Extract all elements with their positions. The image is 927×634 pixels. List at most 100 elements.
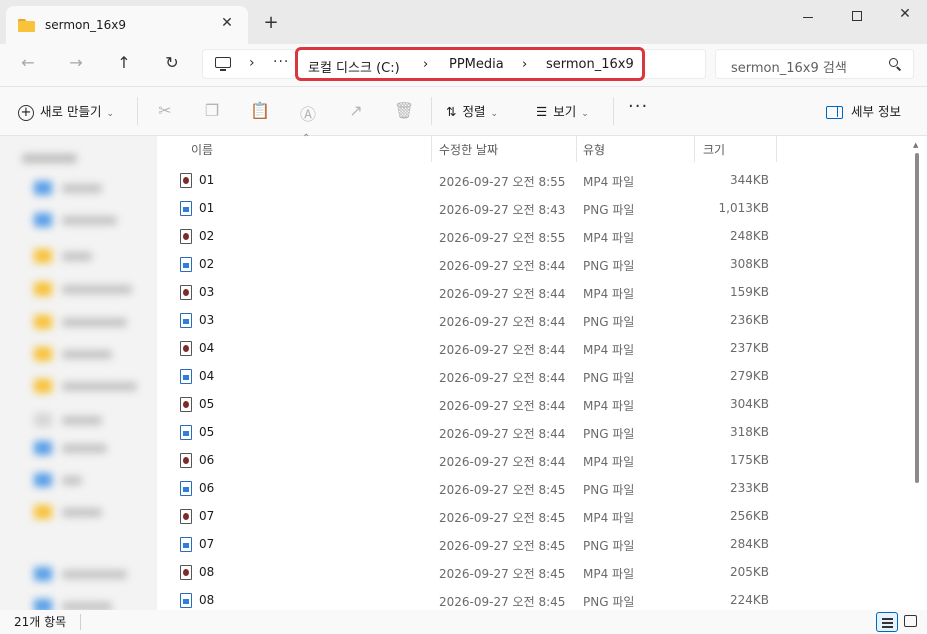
tiles-view-button[interactable]: [904, 615, 917, 627]
rename-icon[interactable]: Ⓐ: [298, 101, 318, 125]
file-name[interactable]: 06: [199, 481, 214, 495]
copy-icon[interactable]: ❐: [202, 101, 222, 120]
file-name[interactable]: 01: [199, 173, 214, 187]
refresh-button[interactable]: ↻: [158, 53, 186, 75]
table-row[interactable]: 02 2026-09-27 오전 8:55 MP4 파일 248KB: [157, 222, 917, 250]
sort-button[interactable]: ⇅ 정렬 ⌄: [446, 101, 498, 120]
sidebar-item[interactable]: [22, 150, 77, 166]
table-row[interactable]: 06 2026-09-27 오전 8:45 PNG 파일 233KB: [157, 474, 917, 502]
file-date: 2026-09-27 오전 8:44: [439, 399, 566, 413]
sort-ascending-icon: ⌃: [302, 133, 311, 144]
file-name[interactable]: 07: [199, 537, 214, 551]
close-window-button[interactable]: ✕: [882, 6, 927, 28]
column-divider[interactable]: [776, 136, 777, 162]
computer-icon[interactable]: [215, 57, 231, 71]
table-row[interactable]: 06 2026-09-27 오전 8:44 MP4 파일 175KB: [157, 446, 917, 474]
table-row[interactable]: 04 2026-09-27 오전 8:44 MP4 파일 237KB: [157, 334, 917, 362]
scroll-up-icon[interactable]: ▲: [913, 141, 918, 149]
breadcrumb-sermon[interactable]: sermon_16x9: [546, 57, 634, 72]
file-name[interactable]: 04: [199, 341, 214, 355]
breadcrumb-ppmedia[interactable]: PPMedia: [449, 57, 504, 72]
navigation-bar: ← → ↑ ↻ › ··· 로컬 디스크 (C:) › PPMedia › se…: [0, 44, 927, 86]
vertical-scrollbar[interactable]: [915, 153, 919, 483]
table-row[interactable]: 01 2026-09-27 오전 8:43 PNG 파일 1,013KB: [157, 194, 917, 222]
column-header-size[interactable]: 크기: [703, 141, 725, 158]
file-name[interactable]: 05: [199, 397, 214, 411]
column-divider[interactable]: [576, 136, 577, 162]
table-row[interactable]: 05 2026-09-27 오전 8:44 MP4 파일 304KB: [157, 390, 917, 418]
sidebar-item[interactable]: [34, 346, 112, 362]
table-row[interactable]: 03 2026-09-27 오전 8:44 PNG 파일 236KB: [157, 306, 917, 334]
cut-icon[interactable]: ✂: [155, 101, 175, 120]
sidebar-item[interactable]: [34, 504, 102, 520]
table-row[interactable]: 03 2026-09-27 오전 8:44 MP4 파일 159KB: [157, 278, 917, 306]
file-name[interactable]: 08: [199, 565, 214, 579]
chevron-right-icon[interactable]: ›: [423, 57, 428, 72]
sidebar-item[interactable]: [34, 248, 92, 264]
up-button[interactable]: ↑: [110, 53, 138, 75]
delete-icon[interactable]: 🗑: [394, 101, 414, 120]
file-list: ⌃ 이름 수정한 날짜 유형 크기 01 2026-09-27 오전 8:55 MP…: [157, 133, 927, 610]
column-header-name[interactable]: 이름: [191, 141, 213, 158]
back-button[interactable]: ←: [14, 53, 42, 75]
details-pane-button[interactable]: 세부 정보: [826, 101, 901, 120]
file-name[interactable]: 01: [199, 201, 214, 215]
sort-icon: ⇅: [446, 104, 457, 119]
forward-button[interactable]: →: [62, 53, 90, 75]
paste-icon[interactable]: 📋: [250, 101, 270, 120]
sidebar-item[interactable]: [34, 566, 127, 582]
table-row[interactable]: 08 2026-09-27 오전 8:45 MP4 파일 205KB: [157, 558, 917, 586]
column-divider[interactable]: [694, 136, 695, 162]
file-name[interactable]: 03: [199, 285, 214, 299]
address-bar[interactable]: › ··· 로컬 디스크 (C:) › PPMedia › sermon_16x…: [202, 47, 706, 81]
chevron-right-icon[interactable]: ›: [522, 57, 527, 72]
more-options-button[interactable]: ···: [628, 96, 648, 117]
sidebar-item[interactable]: [34, 281, 132, 297]
maximize-button[interactable]: [834, 6, 880, 28]
file-name[interactable]: 06: [199, 453, 214, 467]
table-row[interactable]: 02 2026-09-27 오전 8:44 PNG 파일 308KB: [157, 250, 917, 278]
sidebar-item[interactable]: [34, 440, 107, 456]
sidebar-item[interactable]: [34, 598, 112, 610]
view-button[interactable]: ☰ 보기 ⌄: [536, 101, 589, 120]
search-icon[interactable]: [889, 58, 902, 71]
table-row[interactable]: 04 2026-09-27 오전 8:44 PNG 파일 279KB: [157, 362, 917, 390]
file-type: PNG 파일: [583, 539, 635, 553]
file-name[interactable]: 08: [199, 593, 214, 607]
table-row[interactable]: 01 2026-09-27 오전 8:55 MP4 파일 344KB: [157, 166, 917, 194]
table-row[interactable]: 07 2026-09-27 오전 8:45 PNG 파일 284KB: [157, 530, 917, 558]
sidebar-item[interactable]: [34, 412, 102, 428]
sidebar-item[interactable]: [34, 378, 137, 394]
file-name[interactable]: 03: [199, 313, 214, 327]
file-name[interactable]: 04: [199, 369, 214, 383]
file-name[interactable]: 02: [199, 229, 214, 243]
share-icon[interactable]: ↗: [346, 101, 366, 120]
new-tab-button[interactable]: +: [260, 12, 282, 33]
file-type: PNG 파일: [583, 203, 635, 217]
sidebar-item[interactable]: [34, 314, 127, 330]
column-divider[interactable]: [431, 136, 432, 162]
sidebar-item[interactable]: [34, 212, 117, 228]
file-name[interactable]: 07: [199, 509, 214, 523]
table-row[interactable]: 07 2026-09-27 오전 8:45 MP4 파일 256KB: [157, 502, 917, 530]
file-name[interactable]: 05: [199, 425, 214, 439]
minimize-button[interactable]: [785, 6, 831, 28]
video-file-icon: [180, 341, 192, 356]
image-file-icon: [180, 257, 192, 272]
chevron-right-icon[interactable]: ›: [249, 55, 255, 71]
breadcrumb-drive[interactable]: 로컬 디스크 (C:): [308, 57, 400, 76]
table-row[interactable]: 05 2026-09-27 오전 8:44 PNG 파일 318KB: [157, 418, 917, 446]
file-type: MP4 파일: [583, 231, 635, 245]
new-button[interactable]: + 새로 만들기 ⌄: [18, 101, 114, 121]
column-header-type[interactable]: 유형: [583, 141, 605, 158]
details-view-button[interactable]: [876, 612, 898, 632]
more-breadcrumbs-button[interactable]: ···: [273, 54, 289, 70]
file-date: 2026-09-27 오전 8:45: [439, 483, 566, 497]
column-header-date[interactable]: 수정한 날짜: [439, 141, 498, 158]
sidebar-item[interactable]: [34, 180, 102, 196]
tab-sermon[interactable]: sermon_16x9 ✕: [6, 6, 248, 44]
search-input[interactable]: sermon_16x9 검색: [715, 49, 914, 79]
file-name[interactable]: 02: [199, 257, 214, 271]
tab-close-icon[interactable]: ✕: [218, 15, 236, 31]
sidebar-item[interactable]: [34, 472, 82, 488]
